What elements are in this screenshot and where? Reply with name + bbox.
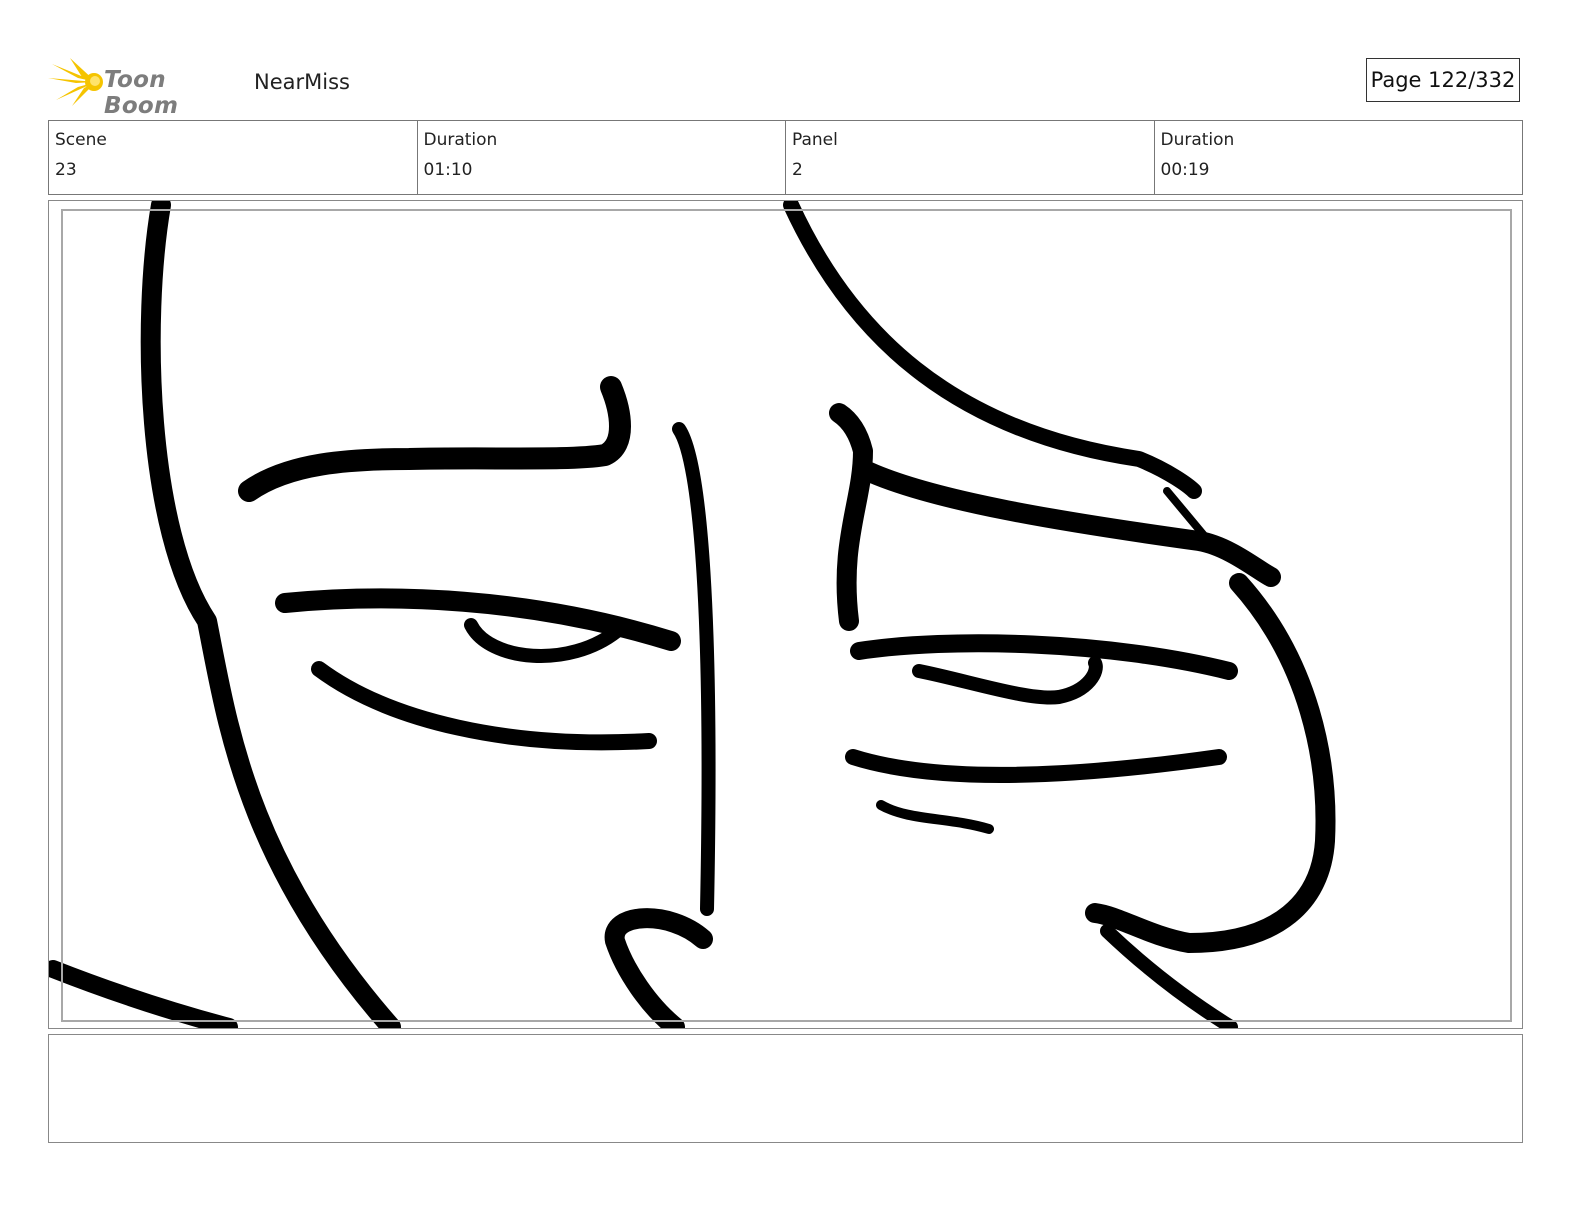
- chin-line: [49, 960, 238, 1028]
- scene-duration-cell: Duration 01:10: [418, 121, 786, 194]
- header: Toon Boom NearMiss Page 122/332: [48, 56, 1528, 119]
- sunburst-icon: [48, 58, 103, 106]
- project-name: NearMiss: [254, 70, 350, 94]
- left-eyebrow: [238, 376, 631, 502]
- page-indicator: Page 122/332: [1366, 58, 1520, 102]
- panel-value: 2: [792, 160, 803, 180]
- scene-duration-label: Duration: [423, 130, 498, 150]
- panel-cell: Panel 2: [786, 121, 1155, 194]
- nose-tip: [604, 908, 713, 1028]
- storyboard-panel: [48, 200, 1523, 1029]
- scene-value: 23: [55, 160, 77, 180]
- left-eye-lower: [311, 661, 657, 751]
- hair-curve: [783, 201, 1202, 499]
- logo-text: Toon Boom: [104, 67, 179, 119]
- cheek-mark: [876, 800, 994, 834]
- right-eye-lid: [912, 656, 1103, 705]
- nose-bridge: [672, 422, 716, 916]
- toon-boom-logo: Toon Boom: [48, 56, 248, 119]
- scene-label: Scene: [55, 130, 107, 150]
- right-eye-lower: [845, 749, 1227, 783]
- panel-duration-label: Duration: [1160, 130, 1235, 150]
- panel-drawing: [49, 201, 1336, 1028]
- scene-duration-value: 01:10: [423, 160, 473, 180]
- scene-info-table: Scene 23 Duration 01:10 Panel 2 Duration…: [48, 120, 1523, 195]
- panel-duration-value: 00:19: [1160, 160, 1210, 180]
- face-left-contour: [140, 201, 401, 1028]
- panel-notes-box: [48, 1034, 1523, 1143]
- panel-label: Panel: [792, 130, 838, 150]
- panel-duration-cell: Duration 00:19: [1155, 121, 1523, 194]
- scene-cell: Scene 23: [49, 121, 418, 194]
- page-label: Page 122/332: [1370, 68, 1516, 92]
